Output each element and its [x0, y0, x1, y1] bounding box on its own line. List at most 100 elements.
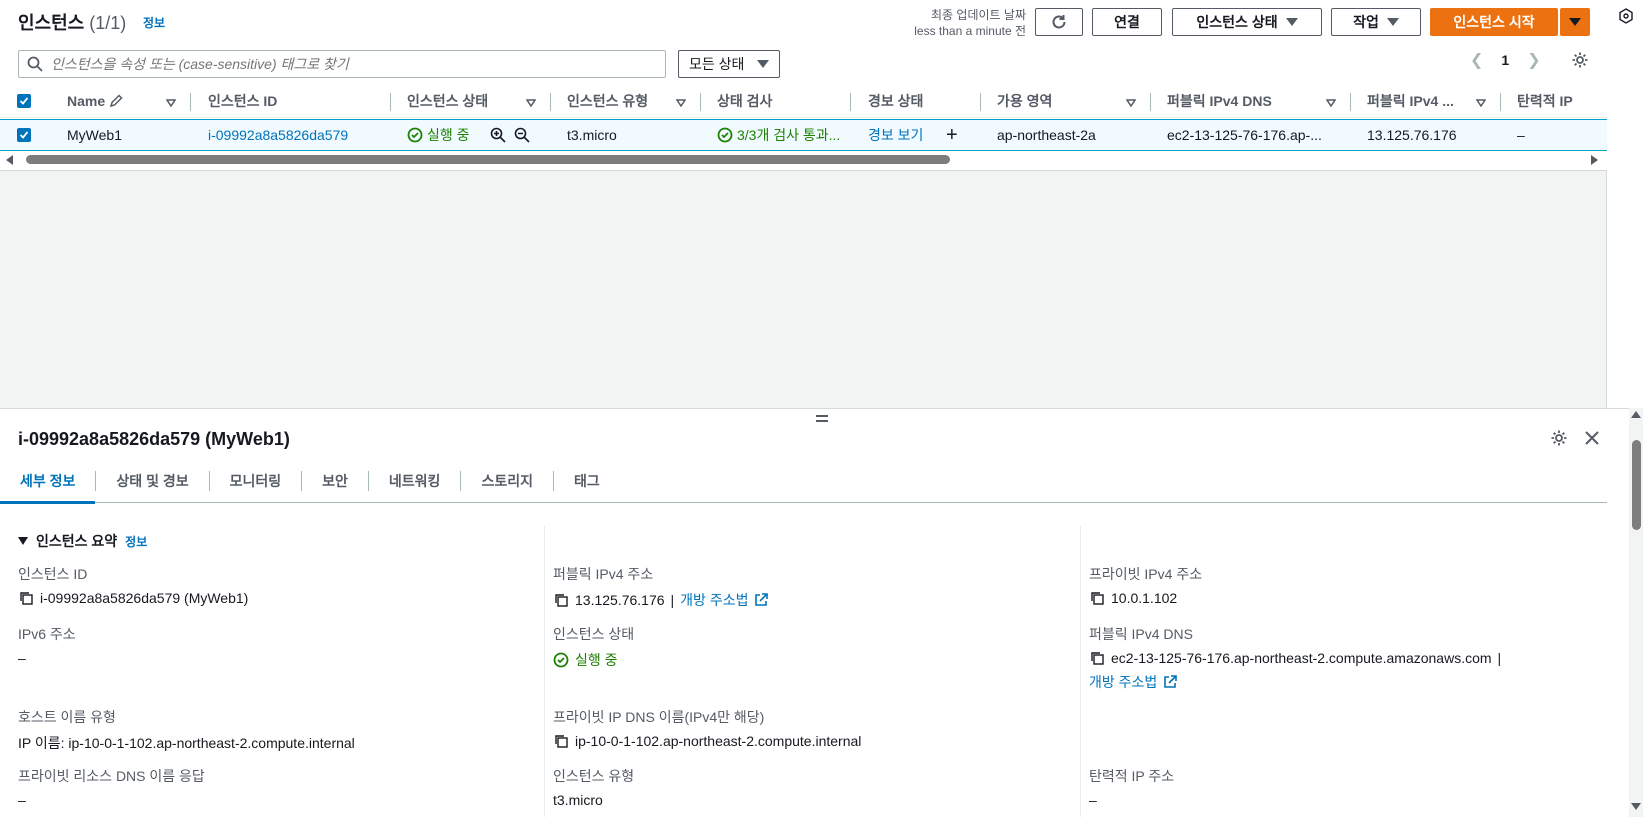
scroll-left-icon[interactable] [6, 155, 14, 165]
launch-dropdown-button[interactable] [1560, 8, 1590, 36]
sort-icon[interactable] [1476, 99, 1486, 107]
cell-instance-id-link[interactable]: i-09992a8a5826da579 [208, 120, 348, 150]
page-title: 인스턴스 (1/1) [18, 9, 126, 35]
scroll-down-icon[interactable] [1631, 803, 1641, 811]
tab-tags[interactable]: 태그 [554, 459, 620, 503]
column-header-status-check[interactable]: 상태 검사 [717, 84, 772, 118]
column-header-instance-id[interactable]: 인스턴스 ID [208, 84, 277, 118]
copy-icon[interactable] [18, 590, 34, 606]
table-row[interactable]: MyWeb1 i-09992a8a5826da579 실행 중 t3.micro… [0, 119, 1607, 151]
table-header: Name 인스턴스 ID 인스턴스 상태 인스턴스 유형 상태 검사 경보 상태… [0, 84, 1607, 118]
summary-section-header[interactable]: 인스턴스 요약 정보 [18, 531, 147, 551]
tab-details[interactable]: 세부 정보 [0, 459, 96, 504]
search-input[interactable] [51, 56, 665, 72]
open-address-link[interactable]: 개방 주소법 [1089, 672, 1157, 692]
column-header-label: 인스턴스 상태 [407, 93, 489, 109]
row-checkbox[interactable] [17, 120, 31, 150]
search-field[interactable] [18, 50, 666, 78]
tab-label: 모니터링 [229, 472, 282, 489]
info-link[interactable]: 정보 [143, 14, 165, 31]
instance-state-label: 인스턴스 상태 [1196, 14, 1278, 30]
sort-icon[interactable] [526, 99, 536, 107]
field-instance-type: 인스턴스 유형 t3.micro [553, 766, 634, 808]
field-label: 프라이빗 IPv4 주소 [1089, 566, 1203, 582]
sort-icon[interactable] [1126, 99, 1136, 107]
plus-icon[interactable]: + [946, 120, 958, 150]
side-panel-toggle-icon[interactable] [1618, 8, 1634, 24]
tab-status-alarms[interactable]: 상태 및 경보 [96, 459, 208, 503]
column-header-availability-zone[interactable]: 가용 영역 [997, 84, 1052, 118]
check-circle-icon [553, 652, 569, 668]
launch-instances-button[interactable]: 인스턴스 시작 [1430, 8, 1558, 36]
select-all-checkbox[interactable] [17, 84, 31, 118]
next-page-icon[interactable]: ❯ [1527, 50, 1540, 70]
horizontal-scroll-thumb[interactable] [26, 155, 950, 164]
copy-icon[interactable] [1089, 590, 1105, 606]
vertical-scroll-thumb[interactable] [1632, 440, 1641, 530]
sort-icon[interactable] [1326, 99, 1336, 107]
field-label: 탄력적 IP 주소 [1089, 768, 1175, 784]
field-private-dns: 프라이빗 IP DNS 이름(IPv4만 해당) ip-10-0-1-102.a… [553, 707, 861, 749]
cell-instance-type: t3.micro [567, 127, 617, 143]
info-link[interactable]: 정보 [125, 533, 147, 550]
search-icon [27, 56, 43, 72]
last-updated-label: 최종 업데이트 날짜 [931, 8, 1026, 22]
vertical-scrollbar[interactable] [1629, 408, 1643, 817]
scroll-up-icon[interactable] [1631, 410, 1641, 418]
current-page[interactable]: 1 [1501, 52, 1509, 68]
status-check-text: 3/3개 검사 통과... [737, 127, 841, 143]
column-header-label: 퍼블릭 IPv4 DNS [1167, 93, 1272, 109]
field-value: 실행 중 [575, 652, 618, 668]
tab-monitoring[interactable]: 모니터링 [210, 459, 302, 503]
gear-icon[interactable] [1550, 429, 1568, 447]
column-header-public-ipv4[interactable]: 퍼블릭 IPv4 ... [1367, 84, 1454, 118]
resize-handle[interactable] [816, 415, 828, 425]
instances-panel: 인스턴스 (1/1) 정보 최종 업데이트 날짜 less than a min… [0, 0, 1607, 408]
sort-icon[interactable] [166, 99, 176, 107]
sort-icon[interactable] [676, 99, 686, 107]
field-label: 인스턴스 유형 [553, 768, 635, 784]
column-header-public-dns[interactable]: 퍼블릭 IPv4 DNS [1167, 84, 1272, 118]
field-label: 퍼블릭 IPv4 DNS [1089, 626, 1193, 642]
scroll-right-icon[interactable] [1590, 155, 1598, 165]
pencil-icon [109, 94, 123, 108]
copy-icon[interactable] [1089, 650, 1105, 666]
instance-state-button[interactable]: 인스턴스 상태 [1172, 8, 1322, 36]
close-icon[interactable] [1584, 430, 1600, 446]
column-header-instance-state[interactable]: 인스턴스 상태 [407, 84, 488, 118]
cell-elastic-ip: – [1517, 127, 1525, 143]
caret-down-icon [1285, 18, 1298, 26]
check-circle-icon [407, 127, 423, 143]
last-updated-value: less than a minute 전 [914, 24, 1026, 38]
connect-button[interactable]: 연결 [1092, 8, 1162, 36]
copy-icon[interactable] [553, 733, 569, 749]
view-alarms-link[interactable]: 경보 보기 [868, 120, 923, 150]
column-header-alarm-status[interactable]: 경보 상태 [868, 84, 923, 118]
tab-networking[interactable]: 네트워킹 [369, 459, 461, 503]
zoom-in-icon[interactable] [490, 120, 506, 150]
horizontal-scrollbar[interactable] [0, 153, 1607, 167]
column-header-label: 인스턴스 유형 [567, 93, 649, 109]
gear-icon[interactable] [1571, 51, 1589, 69]
field-value: – [18, 792, 26, 808]
tab-security[interactable]: 보안 [302, 459, 368, 503]
caret-down-icon [18, 537, 28, 545]
tab-storage[interactable]: 스토리지 [461, 459, 553, 503]
open-address-link[interactable]: 개방 주소법 [680, 590, 748, 610]
column-header-elastic-ip[interactable]: 탄력적 IP [1517, 84, 1573, 118]
tab-label: 상태 및 경보 [116, 472, 189, 489]
actions-button[interactable]: 작업 [1331, 8, 1421, 36]
tab-label: 네트워킹 [388, 472, 441, 489]
copy-icon[interactable] [553, 592, 569, 608]
refresh-button[interactable] [1035, 8, 1083, 36]
zoom-out-icon[interactable] [514, 120, 530, 150]
column-header-instance-type[interactable]: 인스턴스 유형 [567, 84, 648, 118]
previous-page-icon[interactable]: ❮ [1470, 50, 1483, 70]
external-link-icon[interactable] [754, 593, 769, 607]
cell-name: MyWeb1 [67, 127, 122, 143]
column-header-name[interactable]: Name [67, 84, 123, 118]
field-label: 프라이빗 IP DNS 이름(IPv4만 해당) [553, 709, 765, 725]
external-link-icon[interactable] [1163, 675, 1178, 689]
detail-tabs: 세부 정보 상태 및 경보 모니터링 보안 네트워킹 스토리지 태그 [0, 459, 1607, 504]
state-filter-select[interactable]: 모든 상태 [678, 50, 780, 78]
